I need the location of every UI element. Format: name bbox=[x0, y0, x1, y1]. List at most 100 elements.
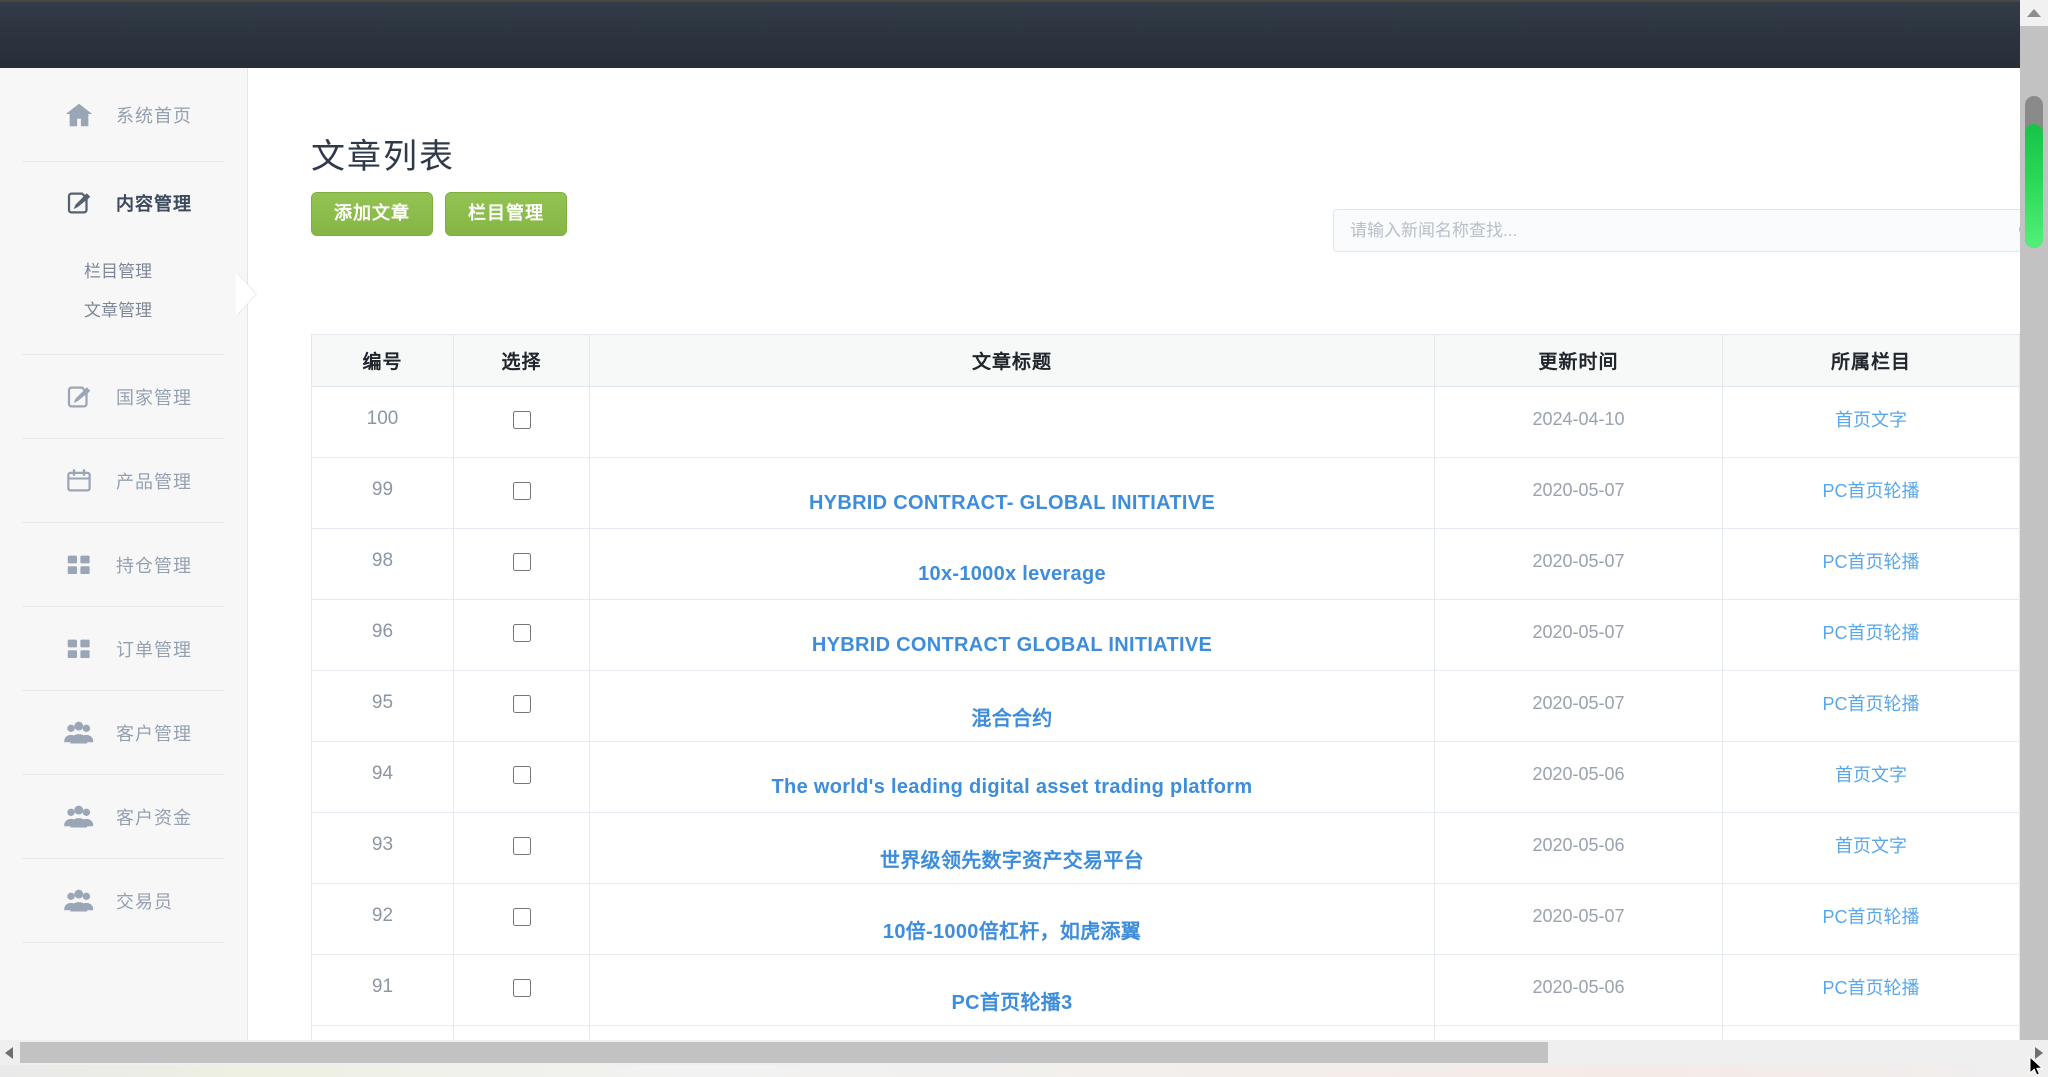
cell-id: 100 bbox=[312, 387, 454, 458]
cell-select bbox=[454, 884, 590, 955]
cell-title bbox=[590, 387, 1435, 458]
row-category-link[interactable]: PC首页轮播 bbox=[1822, 552, 1919, 572]
table-row: 9210倍-1000倍杠杆，如虎添翼2020-05-07PC首页轮播 bbox=[312, 884, 2021, 955]
cell-id: 95 bbox=[312, 671, 454, 742]
row-checkbox[interactable] bbox=[513, 553, 531, 571]
row-date: 2020-05-07 bbox=[1532, 906, 1624, 926]
row-date: 2020-05-07 bbox=[1532, 693, 1624, 713]
cell-date: 2020-05-07 bbox=[1435, 458, 1723, 529]
sidebar-item-customer-funds[interactable]: 客户资金 bbox=[22, 775, 225, 859]
row-date: 2020-05-06 bbox=[1532, 977, 1624, 997]
edit-square-icon bbox=[62, 380, 96, 414]
home-icon bbox=[62, 98, 96, 132]
horizontal-scroll-thumb[interactable] bbox=[20, 1042, 1548, 1063]
sidebar-item-trader[interactable]: 交易员 bbox=[22, 859, 225, 943]
row-title[interactable]: 10x-1000x leverage bbox=[918, 563, 1106, 585]
cell-title: PC首页轮播3 bbox=[590, 955, 1435, 1026]
row-category-link[interactable]: 首页文字 bbox=[1835, 410, 1907, 430]
edit-square-icon bbox=[62, 186, 96, 220]
sidebar-subitem-column-manage[interactable]: 栏目管理 bbox=[22, 250, 225, 289]
column-manage-button[interactable]: 栏目管理 bbox=[445, 192, 567, 236]
row-checkbox[interactable] bbox=[513, 837, 531, 855]
sidebar-item-content[interactable]: 内容管理 bbox=[22, 162, 225, 244]
table-row: 91 PC首页轮播3 2020-05-06 PC首页轮播 bbox=[312, 955, 2021, 1026]
main-content: 文章列表 添加文章 栏目管理 bbox=[249, 69, 2020, 1044]
cell-select bbox=[454, 671, 590, 742]
vertical-scroll-track[interactable] bbox=[2020, 26, 2048, 1044]
sidebar-item-label: 内容管理 bbox=[116, 190, 192, 216]
page-title: 文章列表 bbox=[311, 129, 2020, 178]
cell-title: 混合合约 bbox=[590, 671, 1435, 742]
search-input[interactable] bbox=[1334, 210, 2006, 251]
row-title[interactable]: 10倍-1000倍杠杆，如虎添翼 bbox=[883, 921, 1141, 943]
horizontal-scrollbar[interactable] bbox=[0, 1040, 2048, 1065]
row-category-link[interactable]: 首页文字 bbox=[1835, 836, 1907, 856]
taskbar-strip bbox=[0, 1065, 2048, 1077]
cell-category: PC首页轮播 bbox=[1723, 671, 2020, 742]
cell-category: PC首页轮播 bbox=[1723, 600, 2020, 671]
row-checkbox[interactable] bbox=[513, 624, 531, 642]
row-id: 93 bbox=[372, 834, 393, 855]
row-title[interactable]: HYBRID CONTRACT- GLOBAL INITIATIVE bbox=[809, 492, 1215, 514]
cell-id: 91 bbox=[312, 955, 454, 1026]
cell-id: 96 bbox=[312, 600, 454, 671]
cell-title: HYBRID CONTRACT GLOBAL INITIATIVE bbox=[590, 600, 1435, 671]
row-checkbox[interactable] bbox=[513, 908, 531, 926]
article-table-container: 编号 选择 文章标题 更新时间 所属栏目 1002024-04-10首页文字99… bbox=[311, 334, 2020, 1044]
sidebar-item-home[interactable]: 系统首页 bbox=[22, 68, 225, 162]
cell-date: 2024-04-10 bbox=[1435, 387, 1723, 458]
sidebar-item-label: 持仓管理 bbox=[116, 552, 192, 578]
row-category-link[interactable]: 首页文字 bbox=[1835, 765, 1907, 785]
sidebar-item-position[interactable]: 持仓管理 bbox=[22, 523, 225, 607]
sidebar-item-product[interactable]: 产品管理 bbox=[22, 439, 225, 523]
vertical-scrollbar[interactable] bbox=[2020, 0, 2048, 1044]
row-date: 2024-04-10 bbox=[1532, 409, 1624, 429]
row-category-link[interactable]: PC首页轮播 bbox=[1822, 978, 1919, 998]
sidebar-item-label: 国家管理 bbox=[116, 384, 192, 410]
sidebar-item-order[interactable]: 订单管理 bbox=[22, 607, 225, 691]
vertical-scroll-thumb-highlight[interactable] bbox=[2025, 124, 2043, 248]
row-category-link[interactable]: PC首页轮播 bbox=[1822, 694, 1919, 714]
horizontal-scroll-track[interactable] bbox=[18, 1040, 2030, 1065]
column-header-title: 文章标题 bbox=[590, 335, 1435, 387]
cell-select bbox=[454, 458, 590, 529]
row-category-link[interactable]: PC首页轮播 bbox=[1822, 623, 1919, 643]
add-article-button[interactable]: 添加文章 bbox=[311, 192, 433, 236]
row-category-link[interactable]: PC首页轮播 bbox=[1822, 907, 1919, 927]
search-area bbox=[1333, 209, 2020, 252]
row-id: 100 bbox=[367, 408, 399, 429]
calendar-icon bbox=[62, 464, 96, 498]
scroll-up-button[interactable] bbox=[2020, 0, 2048, 26]
row-checkbox[interactable] bbox=[513, 979, 531, 997]
row-title[interactable]: 世界级领先数字资产交易平台 bbox=[880, 850, 1144, 872]
row-date: 2020-05-07 bbox=[1532, 551, 1624, 571]
sidebar-subitem-article-manage[interactable]: 文章管理 bbox=[22, 289, 225, 328]
row-title[interactable]: The world's leading digital asset tradin… bbox=[772, 776, 1253, 798]
cell-date: 2020-05-07 bbox=[1435, 600, 1723, 671]
row-checkbox[interactable] bbox=[513, 411, 531, 429]
article-table: 编号 选择 文章标题 更新时间 所属栏目 1002024-04-10首页文字99… bbox=[311, 334, 2020, 1044]
cell-id: 94 bbox=[312, 742, 454, 813]
row-category-link[interactable]: PC首页轮播 bbox=[1822, 481, 1919, 501]
row-checkbox[interactable] bbox=[513, 482, 531, 500]
scroll-left-button[interactable] bbox=[0, 1040, 18, 1065]
table-row: 94 The world's leading digital asset trad… bbox=[312, 742, 2021, 813]
grid-icon bbox=[62, 548, 96, 582]
row-title[interactable]: HYBRID CONTRACT GLOBAL INITIATIVE bbox=[812, 634, 1212, 656]
row-checkbox[interactable] bbox=[513, 766, 531, 784]
sidebar-item-label: 客户管理 bbox=[116, 720, 192, 746]
search-box[interactable] bbox=[1333, 209, 2020, 252]
sidebar-item-country[interactable]: 国家管理 bbox=[22, 355, 225, 439]
row-title[interactable]: PC首页轮播3 bbox=[951, 992, 1072, 1014]
sidebar-item-customer[interactable]: 客户管理 bbox=[22, 691, 225, 775]
users-icon bbox=[62, 800, 96, 834]
table-row: 95 混合合约 2020-05-07 PC首页轮播 bbox=[312, 671, 2021, 742]
cell-category: PC首页轮播 bbox=[1723, 529, 2020, 600]
cell-category: 首页文字 bbox=[1723, 813, 2020, 884]
column-header-select: 选择 bbox=[454, 335, 590, 387]
row-date: 2020-05-06 bbox=[1532, 764, 1624, 784]
row-title[interactable]: 混合合约 bbox=[971, 708, 1052, 730]
row-checkbox[interactable] bbox=[513, 695, 531, 713]
column-header-category: 所属栏目 bbox=[1723, 335, 2020, 387]
column-header-id: 编号 bbox=[312, 335, 454, 387]
